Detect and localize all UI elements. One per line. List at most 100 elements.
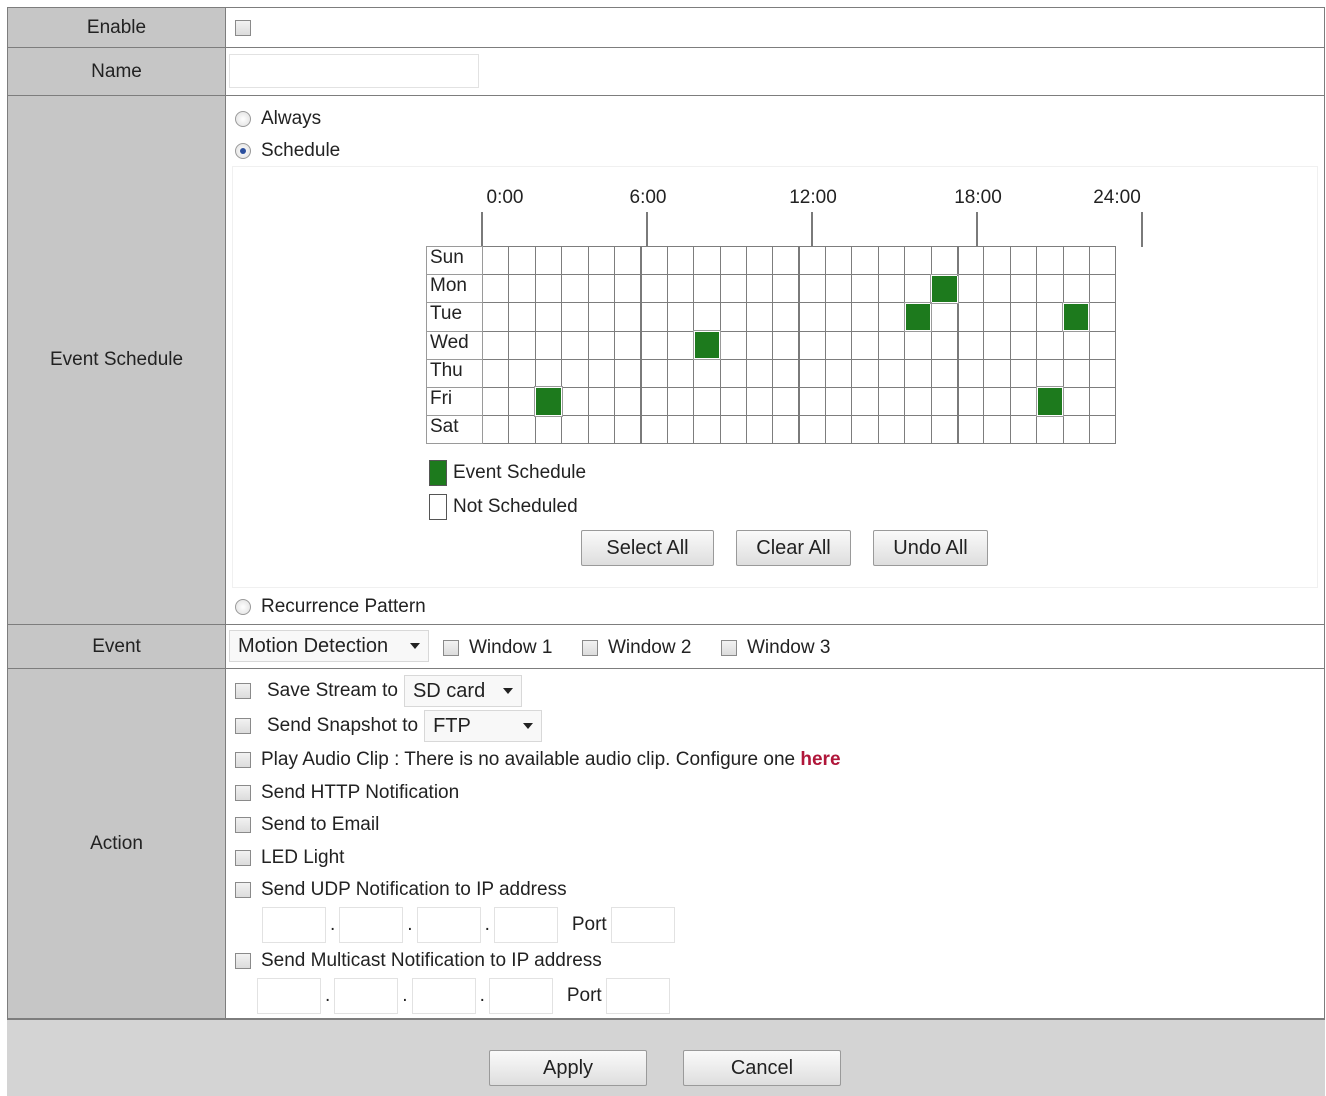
schedule-cell[interactable]	[613, 330, 642, 360]
schedule-cell[interactable]	[877, 415, 906, 445]
select-all-button[interactable]: Select All	[581, 530, 714, 566]
schedule-cell[interactable]	[508, 245, 536, 276]
schedule-cell[interactable]	[1009, 386, 1038, 417]
schedule-cell[interactable]	[719, 386, 747, 417]
schedule-cell[interactable]	[904, 415, 932, 445]
schedule-cell[interactable]	[534, 302, 563, 332]
schedule-cell[interactable]	[825, 330, 853, 360]
schedule-cell[interactable]	[956, 358, 985, 388]
schedule-cell[interactable]	[772, 358, 800, 388]
schedule-cell[interactable]	[772, 302, 800, 332]
schedule-cell[interactable]	[666, 274, 695, 304]
schedule-grid[interactable]: Sun Mon Tue Wed Thu Fri Sat	[426, 245, 1117, 445]
schedule-cell[interactable]	[1088, 386, 1117, 417]
schedule-cell[interactable]	[481, 415, 510, 445]
schedule-cell[interactable]	[534, 330, 563, 360]
send-email-checkbox[interactable]	[235, 817, 251, 833]
schedule-cell[interactable]	[613, 386, 642, 417]
schedule-cell[interactable]	[745, 302, 774, 332]
recurrence-radio[interactable]	[235, 599, 251, 615]
schedule-cell[interactable]	[956, 245, 985, 276]
schedule-cell[interactable]	[561, 415, 589, 445]
schedule-cell[interactable]	[851, 274, 879, 304]
schedule-cell[interactable]	[904, 245, 932, 276]
schedule-cell[interactable]	[693, 386, 721, 417]
schedule-cell[interactable]	[825, 358, 853, 388]
schedule-cell[interactable]	[639, 415, 668, 445]
schedule-cell[interactable]	[930, 330, 959, 360]
schedule-cell[interactable]	[877, 274, 906, 304]
schedule-cell[interactable]	[1062, 330, 1090, 360]
clear-all-button[interactable]: Clear All	[736, 530, 851, 566]
schedule-cell[interactable]	[772, 274, 800, 304]
schedule-cell[interactable]	[534, 386, 563, 417]
udp-ip-octet-4[interactable]	[493, 907, 558, 943]
udp-ip-octet-3[interactable]	[416, 907, 481, 943]
schedule-cell[interactable]	[613, 415, 642, 445]
schedule-cell[interactable]	[930, 245, 959, 276]
schedule-cell[interactable]	[613, 302, 642, 332]
http-notification-checkbox[interactable]	[235, 785, 251, 801]
schedule-cell[interactable]	[719, 415, 747, 445]
schedule-cell[interactable]	[666, 330, 695, 360]
schedule-cell[interactable]	[772, 386, 800, 417]
schedule-cell[interactable]	[877, 245, 906, 276]
save-stream-checkbox[interactable]	[235, 683, 251, 699]
schedule-cell[interactable]	[508, 358, 536, 388]
send-snapshot-select[interactable]: FTP	[424, 710, 543, 742]
play-audio-checkbox[interactable]	[235, 752, 251, 768]
schedule-cell[interactable]	[930, 415, 959, 445]
schedule-cell[interactable]	[561, 274, 589, 304]
schedule-cell[interactable]	[534, 245, 563, 276]
schedule-cell[interactable]	[481, 386, 510, 417]
schedule-cell[interactable]	[508, 274, 536, 304]
schedule-cell[interactable]	[693, 358, 721, 388]
schedule-cell[interactable]	[1088, 245, 1117, 276]
udp-port-input[interactable]	[610, 907, 675, 943]
schedule-cell[interactable]	[1009, 302, 1038, 332]
schedule-cell[interactable]	[508, 386, 536, 417]
schedule-cell[interactable]	[825, 274, 853, 304]
schedule-cell[interactable]	[666, 386, 695, 417]
schedule-cell[interactable]	[639, 245, 668, 276]
schedule-cell[interactable]	[719, 245, 747, 276]
schedule-cell[interactable]	[1088, 274, 1117, 304]
schedule-cell[interactable]	[1062, 301, 1091, 333]
schedule-cell[interactable]	[587, 415, 615, 445]
schedule-cell[interactable]	[481, 330, 510, 360]
schedule-cell[interactable]	[508, 302, 536, 332]
schedule-cell[interactable]	[877, 358, 906, 388]
schedule-cell[interactable]	[798, 358, 827, 388]
schedule-cell[interactable]	[956, 330, 985, 360]
schedule-cell[interactable]	[719, 302, 747, 332]
schedule-cell[interactable]	[508, 415, 536, 445]
multicast-ip-octet-4[interactable]	[488, 978, 553, 1014]
schedule-cell[interactable]	[798, 330, 827, 360]
schedule-cell[interactable]	[798, 386, 827, 417]
schedule-cell[interactable]	[745, 415, 774, 445]
schedule-cell[interactable]	[983, 386, 1011, 417]
schedule-cell[interactable]	[851, 330, 879, 360]
schedule-cell[interactable]	[666, 415, 695, 445]
schedule-cell[interactable]	[639, 386, 668, 417]
schedule-cell[interactable]	[1009, 274, 1038, 304]
schedule-cell[interactable]	[534, 274, 563, 304]
schedule-cell[interactable]	[481, 274, 510, 304]
schedule-cell[interactable]	[613, 358, 642, 388]
schedule-cell[interactable]	[587, 330, 615, 360]
schedule-cell[interactable]	[1035, 386, 1065, 417]
multicast-notification-checkbox[interactable]	[235, 953, 251, 969]
schedule-cell[interactable]	[1036, 274, 1064, 304]
schedule-cell[interactable]	[719, 358, 747, 388]
schedule-cell[interactable]	[639, 274, 668, 304]
schedule-cell[interactable]	[1088, 330, 1117, 360]
schedule-cell[interactable]	[719, 330, 747, 360]
schedule-cell[interactable]	[508, 330, 536, 360]
schedule-cell[interactable]	[904, 358, 932, 388]
schedule-cell[interactable]	[561, 330, 589, 360]
schedule-cell[interactable]	[930, 273, 959, 304]
schedule-cell[interactable]	[983, 274, 1011, 304]
schedule-cell[interactable]	[587, 245, 615, 276]
cancel-button[interactable]: Cancel	[683, 1050, 841, 1086]
schedule-cell[interactable]	[481, 302, 510, 332]
